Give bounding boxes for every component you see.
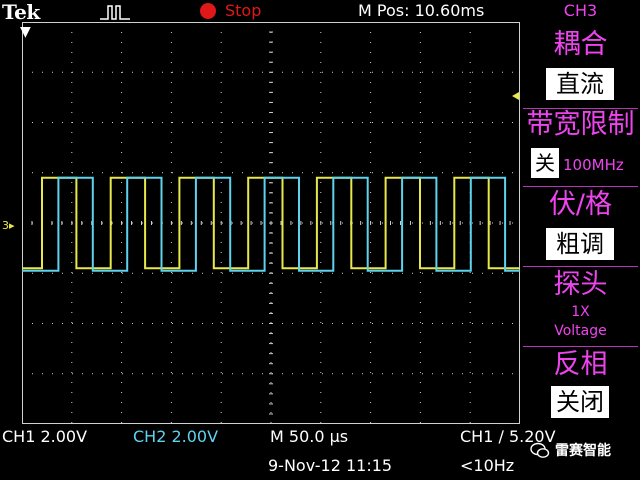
invert-title: 反相 bbox=[553, 349, 608, 380]
bandwidth-limit-title: 带宽限制 bbox=[526, 109, 635, 140]
trigger-level-marker bbox=[512, 92, 519, 100]
ch2-scale: CH2 2.00V bbox=[133, 427, 219, 446]
volts-div-button[interactable]: 粗调 bbox=[546, 228, 614, 260]
trigger-position-marker: ▼ bbox=[20, 24, 31, 40]
bandwidth-limit-button[interactable]: 关 bbox=[531, 148, 559, 178]
ch1-scale: CH1 2.00V bbox=[2, 427, 88, 446]
bandwidth-frequency: 100MHz bbox=[563, 156, 624, 174]
watermark-text: 雷赛智能 bbox=[555, 443, 611, 459]
menu-divider bbox=[523, 266, 638, 267]
invert-button[interactable]: 关闭 bbox=[551, 386, 609, 418]
trigger-frequency: <10Hz bbox=[460, 456, 515, 475]
ch-ground-marker: 3▸ bbox=[2, 219, 15, 232]
date-time: 9-Nov-12 11:15 bbox=[268, 456, 393, 475]
coupling-title: 耦合 bbox=[553, 29, 608, 60]
menu-channel-label: CH3 bbox=[563, 1, 598, 20]
channel-menu: 耦合 直流 带宽限制 关 100MHz 伏/格 粗调 探头 1X Voltage… bbox=[521, 22, 640, 424]
probe-ratio[interactable]: 1X bbox=[521, 304, 640, 320]
menu-divider bbox=[523, 346, 638, 347]
probe-title: 探头 bbox=[553, 269, 608, 300]
coupling-button[interactable]: 直流 bbox=[546, 68, 614, 100]
volts-div-title: 伏/格 bbox=[548, 189, 613, 220]
wechat-logo-icon bbox=[530, 442, 550, 458]
menu-divider bbox=[523, 186, 638, 187]
probe-type[interactable]: Voltage bbox=[521, 323, 640, 339]
timebase-scale: M 50.0 µs bbox=[270, 427, 349, 446]
